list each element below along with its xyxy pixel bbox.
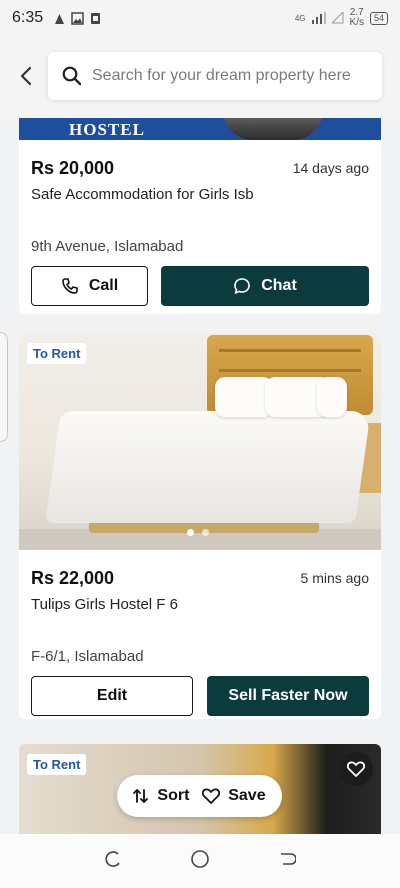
listing-location: 9th Avenue, Islamabad	[31, 238, 184, 255]
search-input[interactable]	[92, 67, 362, 85]
status-right: 4G 2.7 K/s 54	[295, 8, 388, 28]
bed	[45, 411, 371, 523]
pager-dot[interactable]	[187, 529, 194, 536]
network-type: 4G	[294, 13, 306, 23]
sort-button[interactable]: Sort	[133, 787, 189, 805]
listing-time: 5 mins ago	[300, 570, 369, 586]
call-label: Call	[88, 277, 119, 294]
notification-icons	[53, 11, 102, 25]
signal-icon	[311, 12, 326, 24]
header	[0, 36, 400, 118]
search-bar[interactable]	[48, 52, 382, 100]
sort-save-bar: Sort Save	[117, 775, 282, 817]
battery-indicator: 54	[369, 11, 388, 25]
edge-panel-handle[interactable]	[0, 332, 8, 442]
recents-button[interactable]	[104, 850, 122, 873]
chat-icon	[234, 278, 251, 294]
image-pager-dots[interactable]	[187, 529, 209, 536]
heart-icon	[347, 761, 365, 777]
sort-label: Sort	[157, 787, 190, 804]
chat-button[interactable]: Chat	[161, 266, 369, 306]
phone-icon	[62, 278, 78, 294]
sell-faster-button[interactable]: Sell Faster Now	[207, 676, 369, 716]
listing-time: 14 days ago	[292, 160, 369, 176]
system-navigation-bar	[0, 834, 400, 888]
recents-icon	[105, 850, 120, 867]
save-search-button[interactable]: Save	[202, 787, 266, 805]
sim-icon	[91, 12, 101, 24]
listing-title[interactable]: Safe Accommodation for Girls Isb	[31, 186, 254, 203]
back-nav-button[interactable]	[278, 850, 297, 873]
notification-icon	[55, 13, 65, 24]
back-button[interactable]	[14, 64, 38, 88]
back-arrow-icon	[20, 66, 32, 86]
listing-tag: To Rent	[27, 754, 87, 775]
favorite-button[interactable]	[339, 752, 373, 786]
listing-price: Rs 20,000	[31, 158, 115, 178]
status-bar: 6:35 4G 2.7 K/s 54	[0, 0, 400, 36]
heart-outline-icon	[202, 788, 221, 804]
back-nav-icon	[281, 852, 297, 865]
listing-title[interactable]: Tulips Girls Hostel F 6	[31, 596, 178, 613]
listing-tag: To Rent	[27, 343, 87, 364]
image-photo	[223, 118, 323, 140]
chat-label: Chat	[261, 277, 297, 294]
edit-button[interactable]: Edit	[31, 676, 193, 716]
network-speed: 2.7 K/s	[349, 7, 364, 28]
save-label: Save	[228, 787, 266, 804]
call-button[interactable]: Call	[31, 266, 148, 306]
pager-dot[interactable]	[202, 529, 209, 536]
home-button[interactable]	[190, 849, 210, 874]
image-caption: HOSTEL	[69, 120, 145, 139]
image-icon	[71, 11, 84, 25]
listing-card[interactable]: To Rent Rs 22,000 5 mins ago Tulips Girl…	[19, 333, 381, 719]
listing-image[interactable]: To Rent	[19, 333, 381, 550]
listing-location: F-6/1, Islamabad	[31, 648, 144, 665]
sort-icon	[133, 789, 149, 803]
listing-feed[interactable]: HOSTEL Rs 20,000 14 days ago Safe Accomm…	[0, 118, 400, 834]
search-icon	[62, 66, 82, 86]
listing-image[interactable]: HOSTEL	[19, 118, 381, 140]
status-time: 6:35	[12, 9, 44, 26]
wifi-off-icon	[331, 12, 344, 24]
listing-card[interactable]: HOSTEL Rs 20,000 14 days ago Safe Accomm…	[19, 118, 381, 314]
home-icon	[191, 849, 209, 868]
edit-label: Edit	[96, 687, 128, 704]
sell-faster-label: Sell Faster Now	[228, 687, 348, 704]
listing-price: Rs 22,000	[31, 568, 115, 588]
